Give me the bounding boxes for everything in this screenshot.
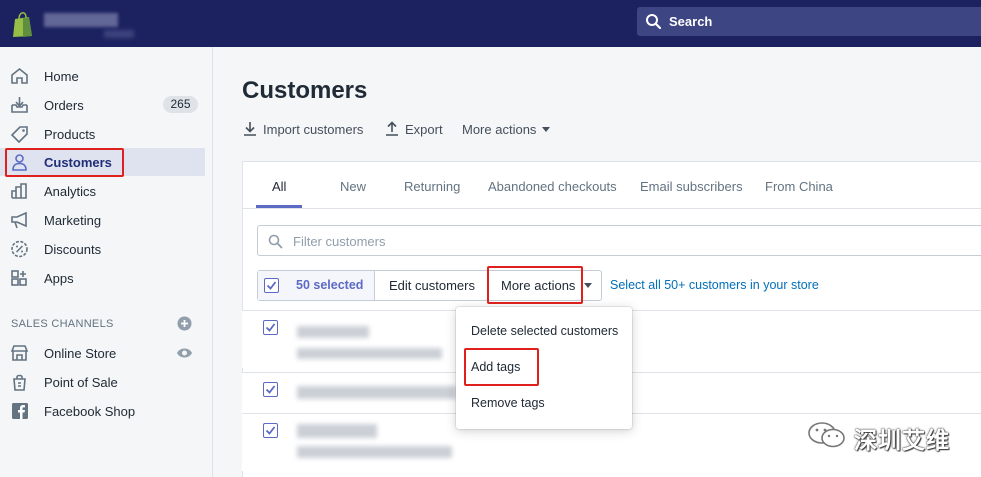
search-icon (646, 14, 662, 30)
store-name-redacted-tail (104, 30, 134, 38)
page-title: Customers (242, 77, 368, 104)
row-checkbox[interactable] (263, 423, 278, 438)
sidebar-item-label: Analytics (44, 184, 97, 199)
highlight-box-add-tags (464, 348, 539, 386)
sidebar-item-label: Home (44, 69, 79, 84)
sidebar-item-label: Orders (44, 98, 84, 113)
sidebar-item-facebook-shop[interactable]: Facebook Shop (0, 397, 205, 425)
eye-icon[interactable] (176, 347, 193, 359)
megaphone-icon (10, 211, 29, 229)
tab-new[interactable]: New (340, 179, 366, 194)
shopping-bag-icon (10, 373, 29, 391)
sidebar-item-home[interactable]: Home (0, 62, 205, 90)
import-label: Import customers (263, 122, 364, 137)
active-tab-indicator (256, 205, 302, 208)
add-channel-icon[interactable] (177, 316, 192, 331)
sidebar-item-analytics[interactable]: Analytics (0, 177, 205, 205)
tab-from-china[interactable]: From China (765, 179, 833, 194)
more-actions-header-button[interactable]: More actions (462, 121, 557, 139)
orders-count-badge: 265 (163, 96, 198, 113)
home-icon (10, 67, 29, 85)
redacted-name (297, 424, 377, 438)
search-label: Search (669, 14, 713, 29)
menu-item-delete-selected[interactable]: Delete selected customers (471, 324, 618, 338)
export-label: Export (405, 122, 443, 137)
apps-icon (10, 269, 29, 287)
select-all-customers-link[interactable]: Select all 50+ customers in your store (610, 278, 819, 292)
select-all-checkbox-button[interactable]: 50 selected (258, 271, 375, 300)
edit-customers-label: Edit customers (389, 278, 475, 293)
tab-email-subscribers[interactable]: Email subscribers (640, 179, 743, 194)
filter-customers-input[interactable]: Filter customers (257, 225, 981, 256)
discount-icon (10, 240, 29, 258)
tab-abandoned-checkouts[interactable]: Abandoned checkouts (488, 179, 617, 194)
sidebar-item-apps[interactable]: Apps (0, 264, 205, 292)
menu-item-remove-tags[interactable]: Remove tags (471, 396, 545, 410)
sidebar-item-label: Online Store (44, 346, 117, 361)
tab-returning[interactable]: Returning (404, 179, 460, 194)
bulk-checkbox[interactable] (264, 278, 279, 293)
redacted-detail (297, 348, 442, 359)
store-name-redacted (44, 13, 118, 27)
sidebar-item-online-store[interactable]: Online Store (0, 339, 205, 367)
caret-down-icon (584, 283, 592, 288)
tag-icon (10, 125, 29, 144)
sidebar-item-discounts[interactable]: Discounts (0, 235, 205, 263)
import-icon (244, 122, 256, 136)
tabs-divider (242, 208, 981, 209)
highlight-box-more-actions (487, 266, 583, 304)
bar-chart-icon (10, 182, 29, 200)
redacted-name (297, 386, 457, 399)
shopify-logo-icon[interactable] (10, 10, 36, 38)
export-icon (386, 121, 398, 136)
search-bar[interactable]: Search (637, 7, 981, 36)
highlight-box-customers (5, 148, 124, 177)
sales-channels-heading: SALES CHANNELS (11, 318, 114, 330)
sidebar-item-label: Apps (44, 271, 74, 286)
watermark: 深圳艾维 (807, 420, 967, 453)
redacted-name (297, 326, 369, 338)
redacted-detail (297, 446, 452, 458)
wechat-icon (808, 422, 845, 448)
row-checkbox[interactable] (263, 382, 278, 397)
sidebar-item-label: Facebook Shop (44, 404, 136, 419)
sidebar-item-label: Discounts (44, 242, 102, 257)
sidebar-item-marketing[interactable]: Marketing (0, 206, 205, 234)
edit-customers-button[interactable]: Edit customers (375, 271, 488, 300)
sidebar-item-label: Marketing (44, 213, 102, 228)
sidebar-item-products[interactable]: Products (0, 120, 205, 148)
sidebar-item-point-of-sale[interactable]: Point of Sale (0, 368, 205, 396)
sidebar-item-label: Point of Sale (44, 375, 118, 390)
export-button[interactable]: Export (385, 121, 445, 139)
tab-all[interactable]: All (272, 179, 286, 194)
top-bar: Search (0, 0, 981, 47)
watermark-text: 深圳艾维 (854, 427, 950, 453)
facebook-icon (10, 402, 29, 420)
import-customers-button[interactable]: Import customers (243, 121, 368, 139)
filter-placeholder: Filter customers (293, 234, 386, 249)
search-icon (268, 234, 283, 249)
sidebar-item-orders[interactable]: Orders 265 (0, 91, 205, 119)
more-actions-label: More actions (462, 122, 537, 137)
sidebar-item-label: Products (44, 127, 96, 142)
store-icon (10, 344, 29, 362)
row-checkbox[interactable] (263, 320, 278, 335)
chevron-down-icon (542, 127, 550, 132)
selected-count-label: 50 selected (296, 278, 364, 292)
orders-icon (10, 96, 29, 114)
